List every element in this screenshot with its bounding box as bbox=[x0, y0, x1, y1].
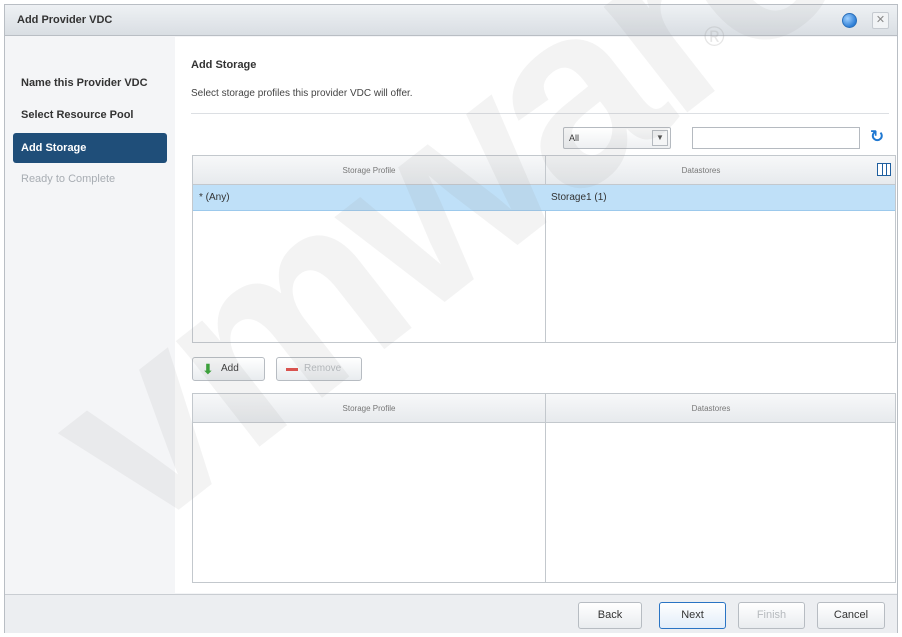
column-header-storage-profile[interactable]: Storage Profile bbox=[193, 394, 545, 423]
refresh-icon[interactable]: ↻ bbox=[868, 128, 886, 146]
cancel-button[interactable]: Cancel bbox=[817, 602, 885, 629]
page-description: Select storage profiles this provider VD… bbox=[191, 88, 413, 99]
finish-button: Finish bbox=[738, 602, 805, 629]
search-input[interactable] bbox=[692, 127, 860, 149]
step-name-provider-vdc[interactable]: Name this Provider VDC bbox=[13, 68, 167, 98]
help-icon[interactable] bbox=[842, 13, 857, 28]
grid-header: Storage Profile Datastores bbox=[193, 156, 895, 185]
dialog-titlebar: Add Provider VDC ✕ bbox=[5, 5, 897, 36]
add-arrow-icon: ⬇ bbox=[202, 361, 214, 377]
selected-storage-grid: Storage Profile Datastores bbox=[192, 393, 896, 583]
column-header-datastores[interactable]: Datastores bbox=[546, 394, 876, 423]
available-storage-grid: Storage Profile Datastores * (Any) Stora… bbox=[192, 155, 896, 343]
filter-selected-value: All bbox=[569, 133, 580, 143]
header-divider bbox=[191, 113, 889, 114]
grid-header: Storage Profile Datastores bbox=[193, 394, 895, 423]
wizard-content: Add Storage Select storage profiles this… bbox=[175, 37, 897, 593]
table-row[interactable]: * (Any) Storage1 (1) bbox=[193, 185, 895, 211]
remove-button-label: Remove bbox=[304, 363, 342, 374]
step-ready-to-complete: Ready to Complete bbox=[21, 173, 116, 185]
step-select-resource-pool[interactable]: Select Resource Pool bbox=[13, 100, 167, 130]
page-title: Add Storage bbox=[191, 59, 257, 71]
wizard-steps: Name this Provider VDC Select Resource P… bbox=[5, 37, 175, 593]
back-button[interactable]: Back bbox=[578, 602, 642, 629]
chevron-down-icon[interactable]: ▼ bbox=[652, 130, 668, 146]
add-button[interactable]: ⬇ Add bbox=[192, 357, 265, 381]
close-icon[interactable]: ✕ bbox=[872, 12, 889, 29]
minus-icon bbox=[286, 368, 298, 371]
column-header-storage-profile[interactable]: Storage Profile bbox=[193, 156, 545, 185]
add-button-label: Add bbox=[221, 363, 239, 374]
step-add-storage[interactable]: Add Storage bbox=[13, 133, 167, 163]
row-datastores: Storage1 (1) bbox=[551, 192, 607, 203]
columns-icon[interactable] bbox=[877, 163, 891, 176]
add-provider-vdc-dialog: Add Provider VDC ✕ Name this Provider VD… bbox=[4, 4, 898, 633]
row-storage-profile: * (Any) bbox=[199, 192, 230, 203]
column-divider bbox=[545, 156, 546, 342]
dialog-title: Add Provider VDC bbox=[17, 14, 113, 26]
remove-button[interactable]: Remove bbox=[276, 357, 362, 381]
wizard-footer: Back Next Finish Cancel bbox=[5, 594, 897, 633]
column-header-datastores[interactable]: Datastores bbox=[546, 156, 856, 185]
filter-dropdown[interactable]: All ▼ bbox=[563, 127, 671, 149]
column-divider bbox=[545, 394, 546, 582]
next-button[interactable]: Next bbox=[659, 602, 726, 629]
